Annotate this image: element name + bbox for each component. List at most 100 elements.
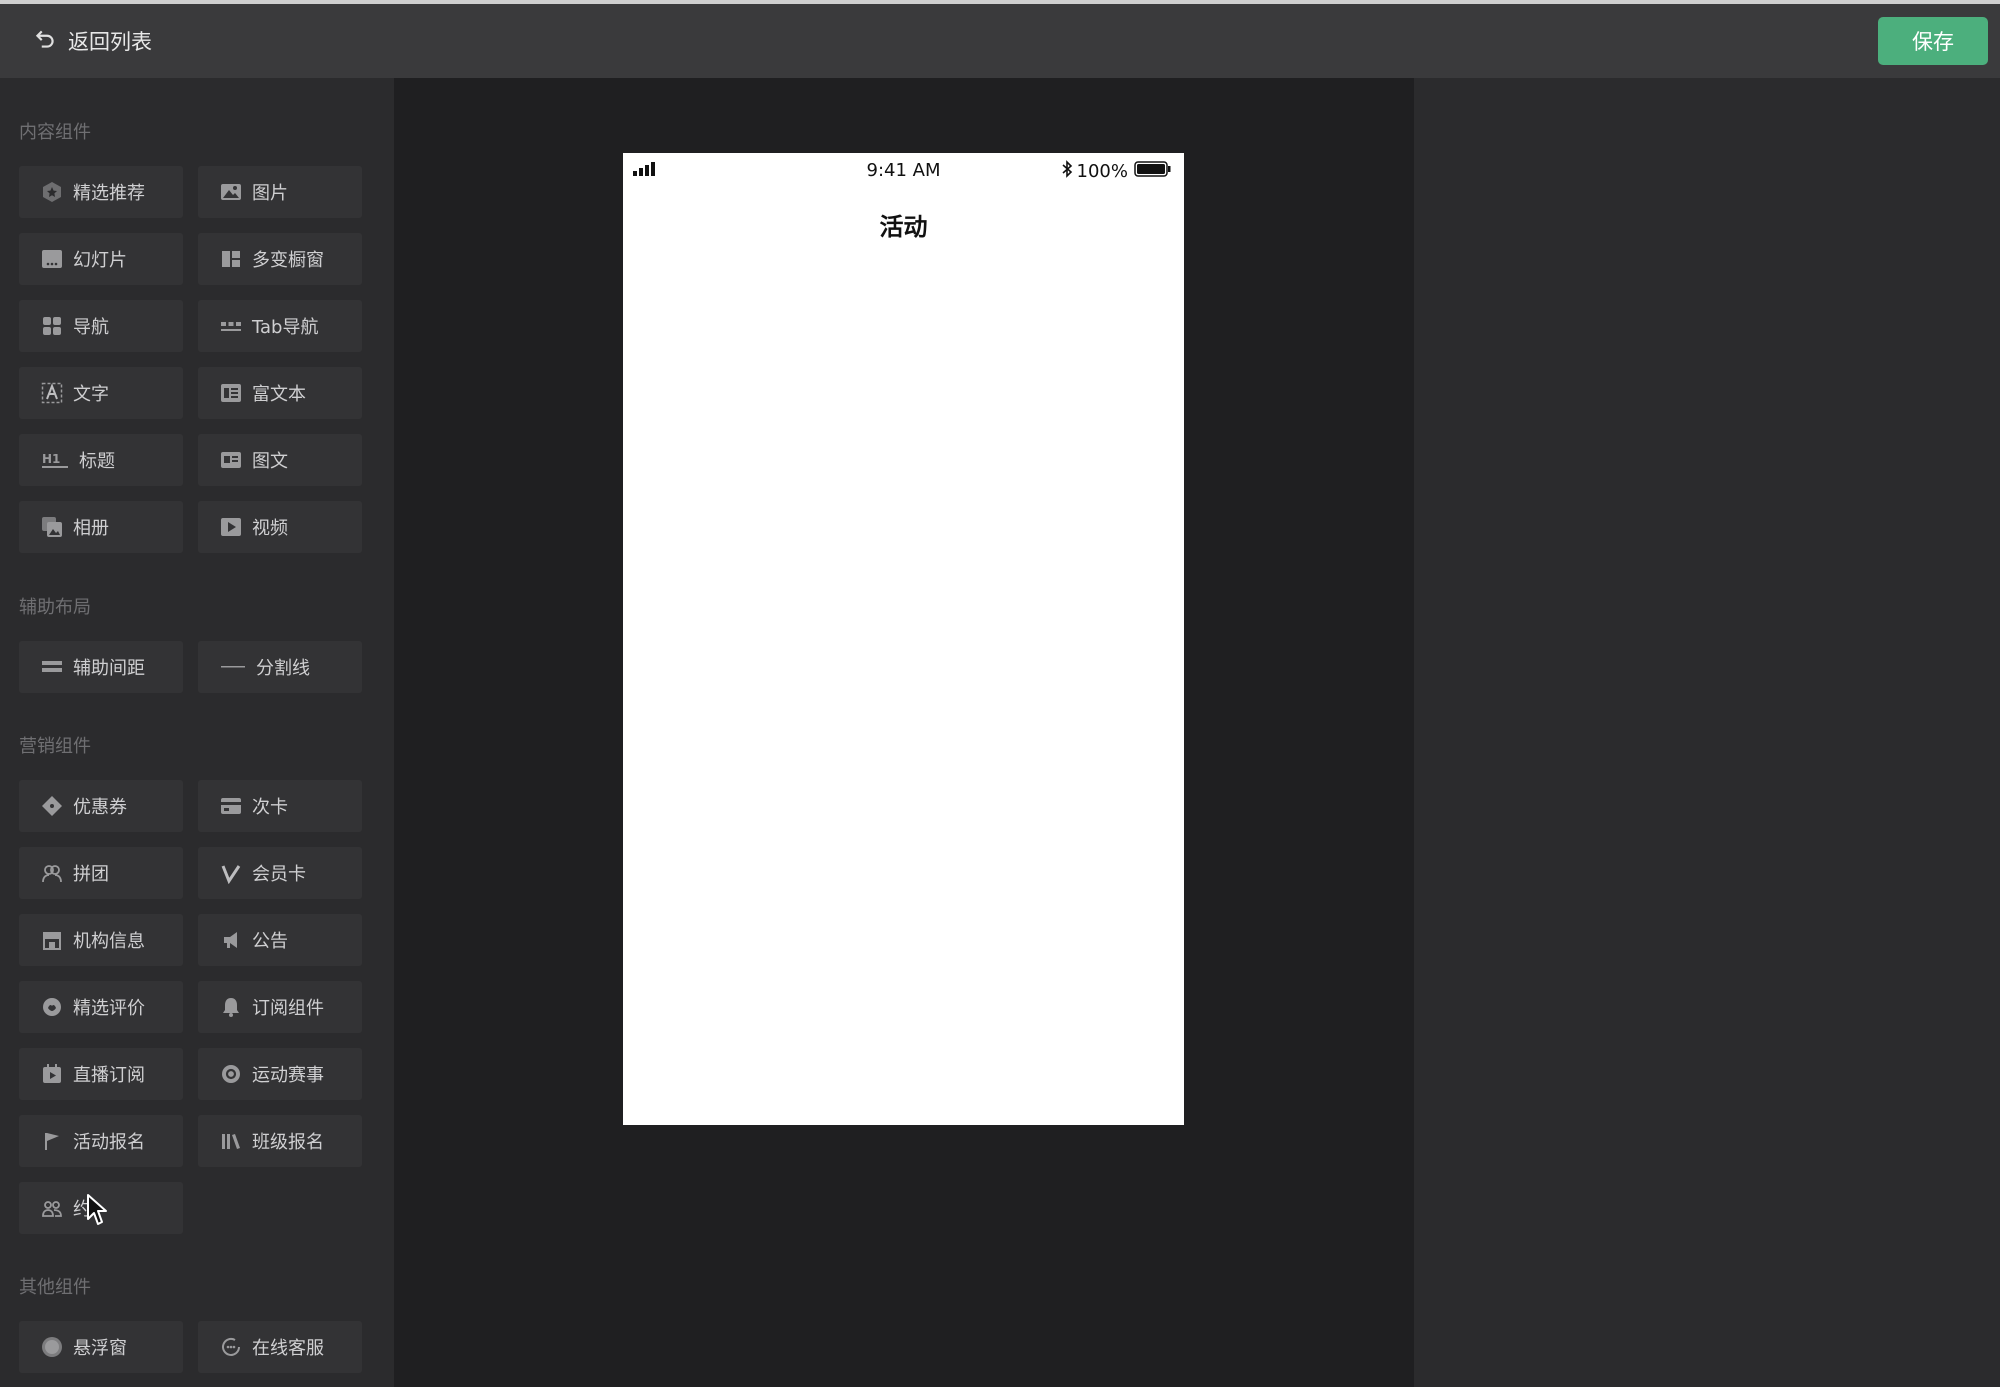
component-featured[interactable]: 精选推荐	[19, 166, 183, 218]
component-text[interactable]: 文字	[19, 367, 183, 419]
save-button[interactable]: 保存	[1878, 17, 1988, 65]
component-subscribe-label: 订阅组件	[252, 998, 324, 1019]
divider-line-icon	[220, 656, 246, 678]
component-imagetext-label: 图文	[252, 451, 288, 472]
component-coupon-label: 优惠券	[73, 797, 127, 818]
album-icon	[41, 516, 63, 538]
svg-text:H1: H1	[42, 452, 60, 466]
component-richtext[interactable]: 富文本	[198, 367, 362, 419]
component-subscribe[interactable]: 订阅组件	[198, 981, 362, 1033]
card-icon	[220, 795, 242, 817]
component-groupbuy[interactable]: 拼团	[19, 847, 183, 899]
component-notice-label: 公告	[252, 931, 288, 952]
component-featured-label: 精选推荐	[73, 183, 145, 204]
phone-status-bar: 9:41 AM 100%	[623, 153, 1184, 189]
component-floatwin-label: 悬浮窗	[73, 1338, 127, 1359]
bell-icon	[220, 996, 242, 1018]
component-spacing-label: 辅助间距	[73, 658, 145, 679]
component-tabnav-label: Tab导航	[252, 317, 319, 338]
component-reviews-label: 精选评价	[73, 998, 145, 1019]
component-image-label: 图片	[252, 183, 288, 204]
richtext-icon	[220, 382, 242, 404]
heading-h1-icon: H1	[41, 449, 69, 471]
group-people-icon	[41, 862, 63, 884]
component-divider[interactable]: 分割线	[198, 641, 362, 693]
component-showcase-label: 多变橱窗	[252, 250, 324, 271]
component-notice[interactable]: 公告	[198, 914, 362, 966]
component-tabnav[interactable]: Tab导航	[198, 300, 362, 352]
component-punchcard[interactable]: 次卡	[198, 780, 362, 832]
float-circle-icon	[41, 1336, 63, 1358]
section-title-marketing: 营销组件	[19, 736, 91, 757]
component-classsignup[interactable]: 班级报名	[198, 1115, 362, 1167]
component-sports-label: 运动赛事	[252, 1065, 324, 1086]
component-slideshow-label: 幻灯片	[73, 250, 127, 271]
component-sports[interactable]: 运动赛事	[198, 1048, 362, 1100]
books-icon	[220, 1130, 242, 1152]
bluetooth-icon	[1061, 160, 1073, 183]
showcase-grid-icon	[220, 248, 242, 270]
component-heading-label: 标题	[79, 451, 115, 472]
component-text-label: 文字	[73, 384, 109, 405]
component-eventsignup[interactable]: 活动报名	[19, 1115, 183, 1167]
slideshow-icon	[41, 248, 63, 270]
component-album-label: 相册	[73, 518, 109, 539]
component-groupbuy-label: 拼团	[73, 864, 109, 885]
component-classsignup-label: 班级报名	[252, 1132, 324, 1153]
sports-shield-icon	[220, 1063, 242, 1085]
properties-panel	[1414, 78, 2000, 1387]
tab-nav-icon	[220, 315, 242, 337]
component-support-label: 在线客服	[252, 1338, 324, 1359]
component-slideshow[interactable]: 幻灯片	[19, 233, 183, 285]
review-badge-icon	[41, 996, 63, 1018]
component-spacing[interactable]: 辅助间距	[19, 641, 183, 693]
status-right-group: 100%	[1061, 160, 1172, 183]
vip-v-icon	[220, 862, 242, 884]
store-icon	[41, 929, 63, 951]
component-richtext-label: 富文本	[252, 384, 306, 405]
live-calendar-icon	[41, 1063, 63, 1085]
component-floatwin[interactable]: 悬浮窗	[19, 1321, 183, 1373]
component-orginfo-label: 机构信息	[73, 931, 145, 952]
component-reviews[interactable]: 精选评价	[19, 981, 183, 1033]
mouse-pointer-icon	[86, 1193, 110, 1231]
text-a-icon	[41, 382, 63, 404]
coupon-tag-icon	[41, 795, 63, 817]
section-title-other: 其他组件	[19, 1277, 91, 1298]
top-bar: 返回列表 保存	[0, 4, 2000, 78]
component-support[interactable]: 在线客服	[198, 1321, 362, 1373]
phone-preview[interactable]: 9:41 AM 100% 活动	[623, 153, 1184, 1125]
video-play-icon	[220, 516, 242, 538]
megaphone-icon	[220, 929, 242, 951]
component-showcase[interactable]: 多变橱窗	[198, 233, 362, 285]
component-coupon[interactable]: 优惠券	[19, 780, 183, 832]
component-video[interactable]: 视频	[198, 501, 362, 553]
chat-support-icon	[220, 1336, 242, 1358]
back-to-list-label: 返回列表	[68, 30, 152, 54]
component-nav[interactable]: 导航	[19, 300, 183, 352]
component-livesub[interactable]: 直播订阅	[19, 1048, 183, 1100]
component-image[interactable]: 图片	[198, 166, 362, 218]
component-membercard-label: 会员卡	[252, 864, 306, 885]
page-title: 活动	[879, 213, 928, 241]
component-orginfo[interactable]: 机构信息	[19, 914, 183, 966]
component-sidebar: 内容组件 精选推荐 图片 幻灯片 多变橱窗 导航 Tab导航 文字 富文本 H1…	[0, 78, 394, 1387]
undo-arrow-icon	[32, 26, 58, 56]
section-title-layout: 辅助布局	[19, 597, 91, 618]
component-album[interactable]: 相册	[19, 501, 183, 553]
component-imagetext[interactable]: 图文	[198, 434, 362, 486]
users-icon	[41, 1197, 63, 1219]
battery-icon	[1134, 160, 1172, 183]
nav-grid-icon	[41, 315, 63, 337]
star-badge-icon	[41, 181, 63, 203]
spacing-icon	[41, 656, 63, 678]
back-to-list-button[interactable]: 返回列表	[32, 27, 152, 55]
image-icon	[220, 181, 242, 203]
component-livesub-label: 直播订阅	[73, 1065, 145, 1086]
component-video-label: 视频	[252, 518, 288, 539]
component-membercard[interactable]: 会员卡	[198, 847, 362, 899]
component-punchcard-label: 次卡	[252, 797, 288, 818]
battery-percent: 100%	[1076, 161, 1128, 182]
section-title-content: 内容组件	[19, 122, 91, 143]
component-heading[interactable]: H1 标题	[19, 434, 183, 486]
